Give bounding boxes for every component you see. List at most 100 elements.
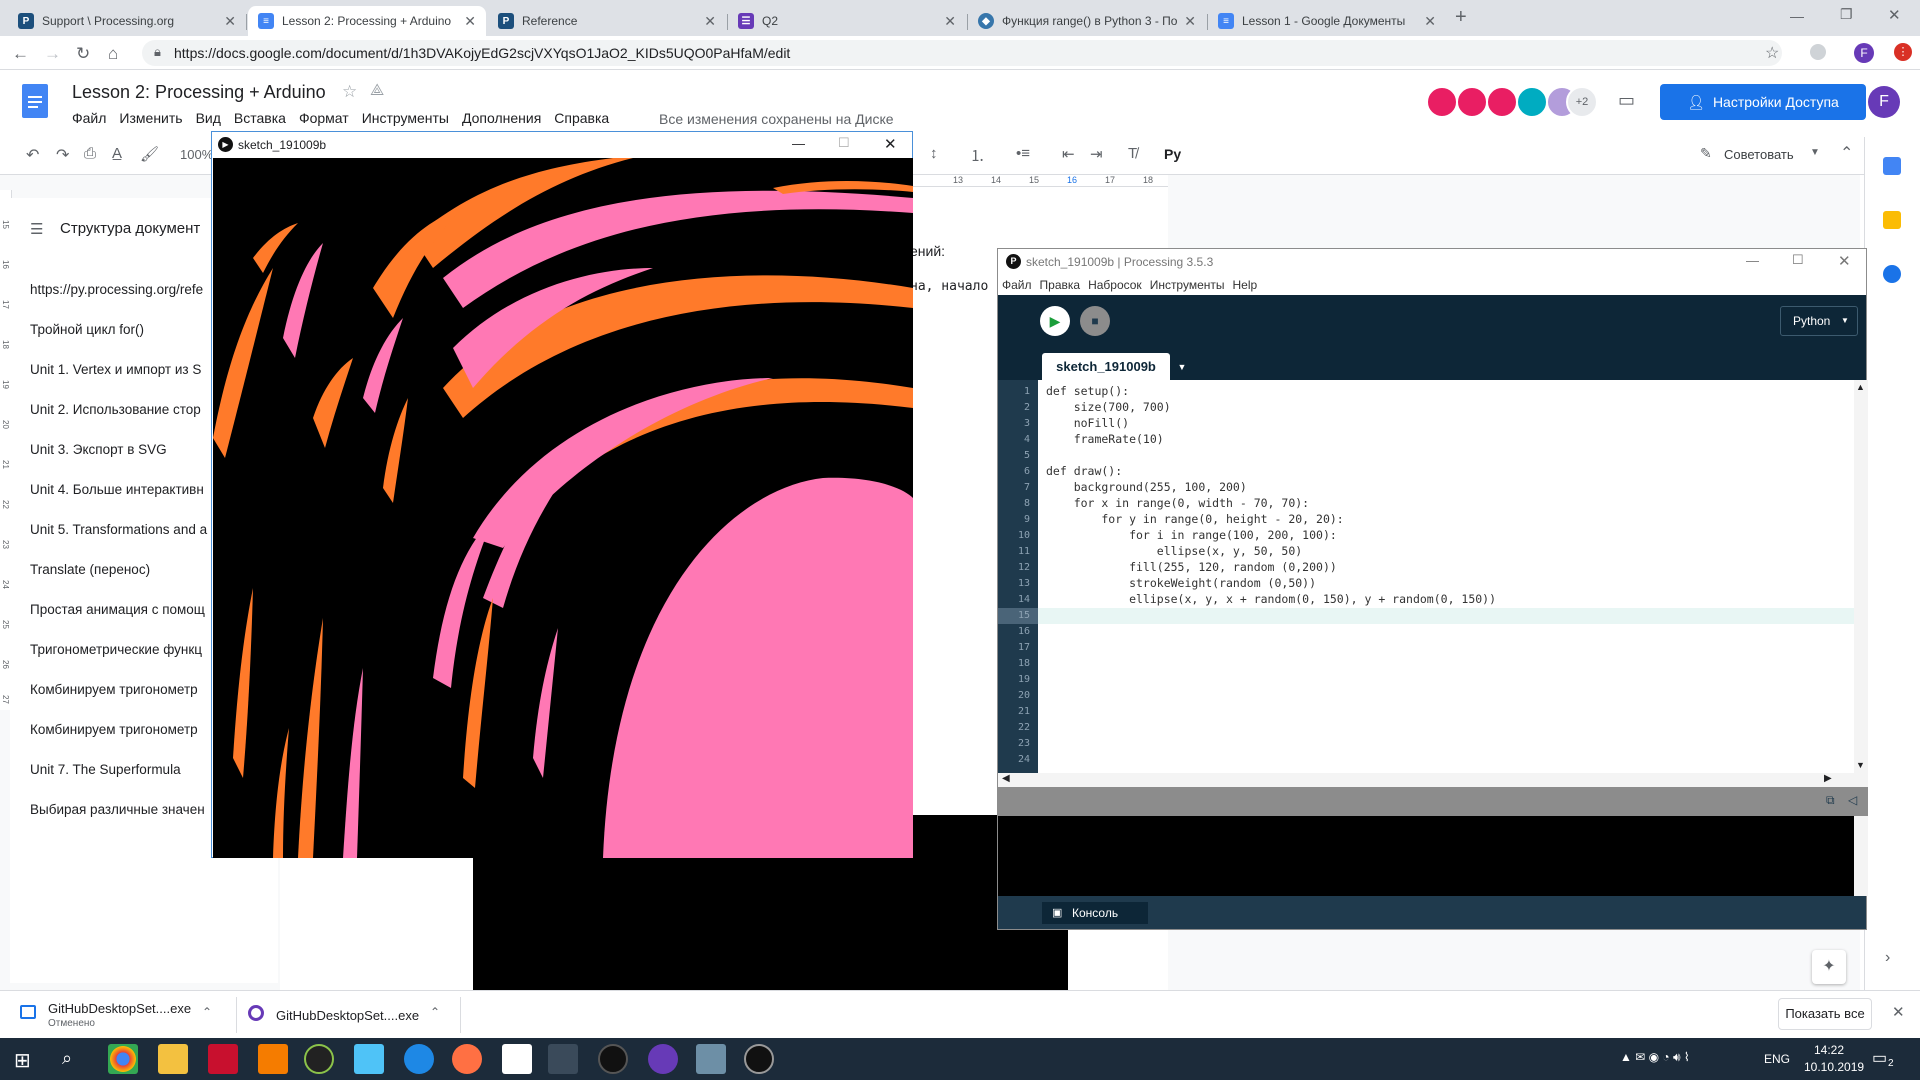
reload-icon[interactable]: ↻ xyxy=(76,44,90,64)
close-tab-icon[interactable]: ✕ xyxy=(464,13,476,30)
notepad-taskbar-icon[interactable] xyxy=(502,1044,532,1074)
mode-select[interactable]: Python ▼ xyxy=(1780,306,1858,336)
line-spacing-icon[interactable]: ↕ xyxy=(930,145,938,162)
print-icon[interactable]: ⎙ xyxy=(84,145,96,162)
outline-item[interactable]: Комбинируем тригонометр xyxy=(30,722,198,737)
run-button[interactable]: ▶ xyxy=(1040,306,1070,336)
outline-item[interactable]: Translate (перенос) xyxy=(30,562,150,577)
maximize-icon[interactable]: ☐ xyxy=(838,135,850,151)
minimize-icon[interactable]: — xyxy=(792,136,805,151)
restore-window-icon[interactable]: ❐ xyxy=(1840,6,1853,23)
code-line[interactable]: background(255, 100, 200) xyxy=(1046,480,1247,494)
code-line[interactable]: ellipse(x, y, x + random(0, 150), y + ra… xyxy=(1046,592,1496,606)
outline-item[interactable]: Тройной цикл for() xyxy=(30,322,144,337)
app-taskbar-icon[interactable] xyxy=(258,1044,288,1074)
tab-sketch[interactable]: sketch_191009b xyxy=(1042,353,1170,381)
clock-time[interactable]: 14:22 xyxy=(1814,1043,1844,1057)
account-avatar[interactable]: F xyxy=(1868,86,1900,118)
menu-format[interactable]: Формат xyxy=(299,110,349,126)
code-line[interactable]: for y in range(0, height - 20, 20): xyxy=(1046,512,1343,526)
address-bar[interactable]: 🔒︎ https://docs.google.com/document/d/1h… xyxy=(142,40,1782,66)
code-line[interactable]: frameRate(10) xyxy=(1046,432,1164,446)
spellcheck-icon[interactable]: A̲ xyxy=(112,145,122,162)
outline-item[interactable]: Комбинируем тригонометр xyxy=(30,682,198,697)
editor-vertical-scrollbar[interactable]: ▲ ▼ xyxy=(1854,380,1868,773)
close-tab-icon[interactable]: ✕ xyxy=(224,13,236,30)
sketch-titlebar[interactable]: ▶ sketch_191009b — ☐ ✕ xyxy=(212,132,912,158)
browser-tab[interactable]: P Support \ Processing.org ✕ xyxy=(8,6,246,36)
document-title[interactable]: Lesson 2: Processing + Arduino xyxy=(72,82,326,103)
browser-tab[interactable]: P Reference ✕ xyxy=(488,6,726,36)
close-tab-icon[interactable]: ✕ xyxy=(704,13,716,30)
share-button[interactable]: 👤︎ Настройки Доступа xyxy=(1660,84,1866,120)
close-icon[interactable]: ✕ xyxy=(884,135,897,153)
code-line[interactable]: for i in range(100, 200, 100): xyxy=(1046,528,1337,542)
processing-taskbar-icon[interactable] xyxy=(598,1044,628,1074)
download-item[interactable]: GitHubDesktopSet....exe Отменено ⌃ xyxy=(10,997,230,1033)
download-item[interactable]: GitHubDesktopSet....exe ⌃ xyxy=(240,997,456,1033)
outline-item[interactable]: Unit 5. Transformations and a xyxy=(30,522,207,537)
sketch-taskbar-icon[interactable] xyxy=(744,1044,774,1074)
code-line[interactable]: noFill() xyxy=(1046,416,1129,430)
solidworks-taskbar-icon[interactable] xyxy=(208,1044,238,1074)
console-scrollbar[interactable] xyxy=(1854,816,1868,896)
language-indicator[interactable]: ENG xyxy=(1764,1052,1790,1066)
code-line[interactable]: ellipse(x, y, 50, 50) xyxy=(1046,544,1302,558)
bulleted-list-icon[interactable]: •≡ xyxy=(1016,145,1030,162)
browser-tab[interactable]: ☰ Q2 ✕ xyxy=(728,6,966,36)
tray-icons[interactable]: ▲ ✉ ◉ ◔ 🔊︎ ⌇ xyxy=(1620,1050,1690,1065)
close-icon[interactable]: ✕ xyxy=(1838,252,1851,270)
app-taskbar-icon[interactable] xyxy=(696,1044,726,1074)
code-line[interactable]: fill(255, 120, random (0,200)) xyxy=(1046,560,1337,574)
star-icon[interactable]: ☆ xyxy=(342,82,357,102)
ide-titlebar[interactable]: P sketch_191009b | Processing 3.5.3 — ☐ … xyxy=(998,249,1866,275)
menu-tools[interactable]: Инструменты xyxy=(362,110,449,126)
outline-item[interactable]: Unit 2. Использование стор xyxy=(30,402,201,417)
app-taskbar-icon[interactable] xyxy=(354,1044,384,1074)
collapse-console-icon[interactable]: ◁ xyxy=(1848,793,1857,807)
search-icon[interactable]: ⌕ xyxy=(62,1048,72,1069)
menu-insert[interactable]: Вставка xyxy=(234,110,286,126)
code-editor[interactable]: def setup(): size(700, 700) noFill() fra… xyxy=(1038,380,1868,773)
collaborator-avatar[interactable] xyxy=(1426,86,1458,118)
chevron-up-icon[interactable]: ⌃ xyxy=(202,1005,212,1019)
clock-date[interactable]: 10.10.2019 xyxy=(1804,1060,1864,1074)
ide-menu-file[interactable]: Файл xyxy=(1002,278,1032,292)
minimize-window-icon[interactable]: — xyxy=(1790,8,1804,24)
ide-menu-sketch[interactable]: Набросок xyxy=(1088,278,1142,292)
menu-file[interactable]: Файл xyxy=(72,110,106,126)
explorer-taskbar-icon[interactable] xyxy=(158,1044,188,1074)
stop-button[interactable]: ■ xyxy=(1080,306,1110,336)
close-downloads-icon[interactable]: ✕ xyxy=(1892,1003,1905,1021)
browser-tab-active[interactable]: ≡ Lesson 2: Processing + Arduino ✕ xyxy=(248,6,486,36)
scroll-right-icon[interactable]: ▶ xyxy=(1824,773,1832,784)
menu-addons[interactable]: Дополнения xyxy=(462,110,541,126)
code-line[interactable]: for x in range(0, width - 70, 70): xyxy=(1046,496,1309,510)
close-window-icon[interactable]: ✕ xyxy=(1888,6,1901,24)
editing-mode-select[interactable]: Советовать xyxy=(1724,147,1794,162)
code-line[interactable]: size(700, 700) xyxy=(1046,400,1171,414)
bookmark-star-icon[interactable]: ☆ xyxy=(1765,43,1779,63)
outline-item[interactable]: Выбирая различные значен xyxy=(30,802,205,817)
maximize-icon[interactable]: ☐ xyxy=(1792,252,1804,268)
outline-item[interactable]: Unit 3. Экспорт в SVG xyxy=(30,442,167,457)
outline-item[interactable]: Unit 1. Vertex и импорт из S xyxy=(30,362,201,377)
ide-menu-edit[interactable]: Правка xyxy=(1040,278,1081,292)
move-to-drive-icon[interactable]: ⟁ xyxy=(370,82,384,100)
close-tab-icon[interactable]: ✕ xyxy=(944,13,956,30)
outline-item[interactable]: Простая анимация с помощ xyxy=(30,602,205,617)
show-all-downloads-button[interactable]: Показать все xyxy=(1778,998,1872,1030)
docs-logo-icon[interactable] xyxy=(22,84,48,118)
ide-menu-help[interactable]: Help xyxy=(1233,278,1258,292)
keep-icon[interactable] xyxy=(1883,211,1901,229)
github-desktop-taskbar-icon[interactable] xyxy=(648,1044,678,1074)
menu-edit[interactable]: Изменить xyxy=(119,110,182,126)
outline-item[interactable]: https://py.processing.org/refe xyxy=(30,282,203,297)
firefox-taskbar-icon[interactable] xyxy=(452,1044,482,1074)
input-tools-button[interactable]: Pу xyxy=(1164,146,1181,162)
explore-button[interactable]: ✦ xyxy=(1812,950,1846,984)
more-collaborators-badge[interactable]: +2 xyxy=(1566,86,1598,118)
comments-icon[interactable]: ▭ xyxy=(1618,90,1635,111)
code-line[interactable]: def setup(): xyxy=(1046,384,1129,398)
clear-formatting-icon[interactable]: T̸ xyxy=(1128,145,1137,162)
